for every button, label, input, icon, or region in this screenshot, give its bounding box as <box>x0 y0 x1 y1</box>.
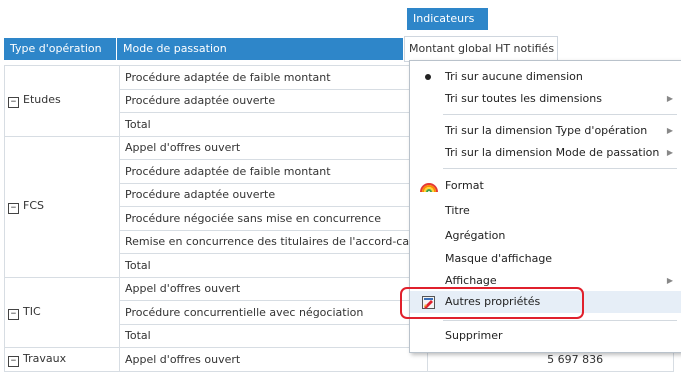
menu-item-format[interactable]: Format <box>410 175 681 197</box>
collapse-toggle-icon[interactable]: − <box>8 203 19 214</box>
selected-bullet-icon <box>425 74 431 80</box>
menu-separator <box>443 114 677 115</box>
menu-separator <box>443 320 677 321</box>
collapse-toggle-icon[interactable]: − <box>8 97 19 109</box>
submenu-arrow-icon: ▶ <box>666 126 673 135</box>
submenu-arrow-icon: ▶ <box>666 94 673 103</box>
mode-cell: Procédure adaptée ouverte <box>118 88 429 113</box>
mode-cell: Procédure adaptée ouverte <box>118 182 429 207</box>
menu-item-titre[interactable]: Titre <box>410 200 681 222</box>
submenu-arrow-icon: ▶ <box>666 148 673 157</box>
menu-item-supprimer[interactable]: Supprimer <box>410 325 681 347</box>
mode-cell: Total <box>118 323 429 348</box>
highlight-annotation <box>400 287 584 319</box>
mode-cell: Appel d'offres ouvert <box>118 347 429 372</box>
menu-item-tri-aucune[interactable]: Tri sur aucune dimension <box>410 66 681 88</box>
menu-item-tri-mode[interactable]: Tri sur la dimension Mode de passation ▶ <box>410 142 681 164</box>
mode-cell: Total <box>118 253 429 278</box>
collapse-toggle-icon[interactable]: − <box>8 308 19 320</box>
column-header-mode-passation[interactable]: Mode de passation <box>117 38 403 60</box>
group-cell: − Etudes <box>4 65 120 137</box>
menu-separator <box>443 168 677 169</box>
mode-cell: Procédure concurrentielle avec négociati… <box>118 300 429 325</box>
menu-item-masque[interactable]: Masque d'affichage <box>410 248 681 270</box>
group-cell: − TIC <box>4 276 120 348</box>
rainbow-icon <box>420 183 438 193</box>
column-header-montant[interactable]: Montant global HT notifiés <box>404 36 558 62</box>
mode-cell: Remise en concurrence des titulaires de … <box>118 229 429 254</box>
group-label: Travaux <box>23 351 67 365</box>
submenu-arrow-icon: ▶ <box>666 276 673 285</box>
menu-item-agregation[interactable]: Agrégation <box>410 225 681 247</box>
mode-cell: Procédure adaptée de faible montant <box>118 159 429 184</box>
menu-item-tri-toutes[interactable]: Tri sur toutes les dimensions ▶ <box>410 88 681 110</box>
group-label: Etudes <box>23 93 61 107</box>
group-label: TIC <box>23 304 41 318</box>
menu-item-tri-type[interactable]: Tri sur la dimension Type d'opération ▶ <box>410 120 681 142</box>
mode-cell: Appel d'offres ouvert <box>118 276 429 301</box>
collapse-toggle-icon[interactable]: − <box>8 355 19 367</box>
mode-cell: Procédure négociée sans mise en concurre… <box>118 206 429 231</box>
column-header-type-operation[interactable]: Type d'opération <box>4 38 116 60</box>
group-cell: − FCS <box>4 135 120 278</box>
mode-cell: Appel d'offres ouvert <box>118 135 429 160</box>
group-label: FCS <box>23 199 44 212</box>
mode-cell: Total <box>118 112 429 137</box>
indicators-header[interactable]: Indicateurs <box>407 8 488 30</box>
mode-cell: Procédure adaptée de faible montant <box>118 65 429 90</box>
group-cell: − Travaux <box>4 347 120 372</box>
